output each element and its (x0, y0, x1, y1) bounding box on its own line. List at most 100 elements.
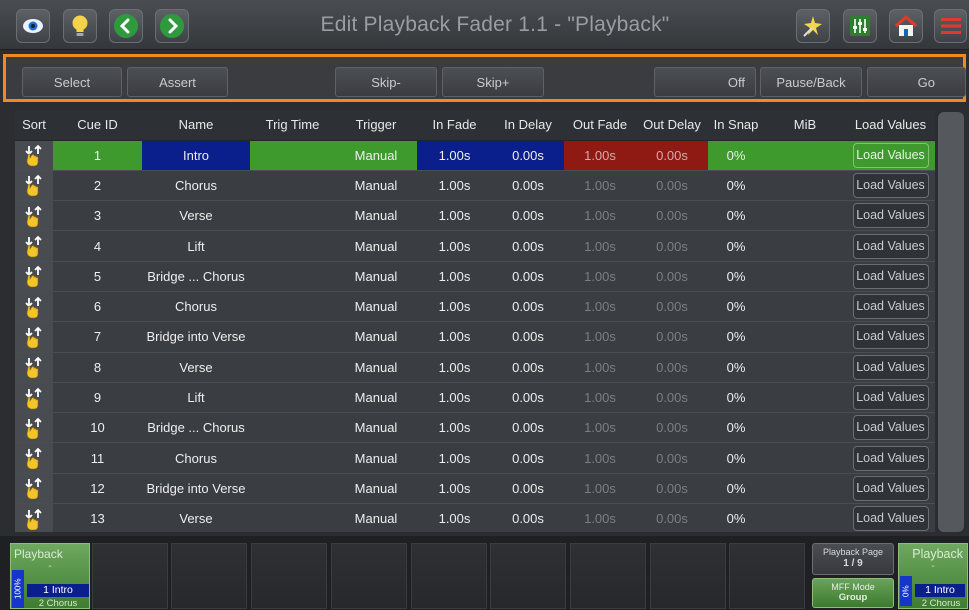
name-cell[interactable]: Chorus (142, 169, 250, 202)
sort-handle-icon[interactable] (15, 381, 53, 414)
trig-time-cell[interactable] (250, 472, 335, 505)
infade-cell[interactable]: 1.00s (417, 472, 492, 505)
trig-time-cell[interactable] (250, 290, 335, 323)
in-snap-cell[interactable]: 0% (708, 412, 764, 444)
playback-tile-left[interactable]: Playback - 100% 1 Intro 2 Chorus (10, 543, 90, 609)
trig-time-cell[interactable] (250, 139, 335, 171)
mib-cell[interactable] (764, 139, 846, 171)
sort-handle-icon[interactable] (15, 412, 53, 444)
skip-minus-button[interactable]: Skip- (335, 67, 437, 97)
indelay-cell[interactable]: 0.00s (492, 230, 564, 262)
off-button[interactable]: Off (654, 67, 756, 97)
name-cell[interactable]: Lift (142, 230, 250, 262)
load-values-button[interactable]: Load Values (852, 294, 929, 320)
outfade-cell[interactable]: 1.00s (564, 381, 636, 414)
playback-slot[interactable] (331, 543, 407, 609)
outdelay-cell[interactable]: 0.00s (636, 412, 708, 444)
forward-arrow-icon[interactable] (155, 9, 189, 43)
go-button[interactable]: Go (867, 67, 966, 97)
indelay-cell[interactable]: 0.00s (492, 503, 564, 532)
load-values-button[interactable]: Load Values (852, 354, 929, 380)
cue-id-cell[interactable]: 13 (53, 503, 142, 532)
cue-id-cell[interactable]: 12 (53, 472, 142, 505)
trigger-cell[interactable]: Manual (335, 472, 417, 505)
load-values-button[interactable]: Load Values (852, 475, 929, 501)
in-snap-cell[interactable]: 0% (708, 503, 764, 532)
playback-slot[interactable] (650, 543, 726, 609)
sort-handle-icon[interactable] (15, 351, 53, 383)
playback-slot[interactable] (570, 543, 646, 609)
sort-handle-icon[interactable] (15, 139, 53, 171)
name-cell[interactable]: Lift (142, 381, 250, 414)
mib-cell[interactable] (764, 169, 846, 202)
col-name-header[interactable]: Name (142, 110, 250, 140)
outdelay-cell[interactable]: 0.00s (636, 230, 708, 262)
table-row[interactable]: 4 Lift Manual 1.00s 0.00s 1.00s 0.00s 0% Load Va… (15, 230, 935, 262)
col-trig-time-header[interactable]: Trig Time (250, 110, 335, 140)
load-values-button[interactable]: Load Values (852, 415, 929, 441)
trig-time-cell[interactable] (250, 503, 335, 532)
cue-id-cell[interactable]: 2 (53, 169, 142, 202)
playback-slot[interactable] (171, 543, 247, 609)
trigger-cell[interactable]: Manual (335, 290, 417, 323)
name-cell[interactable]: Bridge ... Chorus (142, 412, 250, 444)
name-cell[interactable]: Intro (142, 139, 250, 171)
outfade-cell[interactable]: 1.00s (564, 200, 636, 232)
cue-id-cell[interactable]: 10 (53, 412, 142, 444)
trigger-cell[interactable]: Manual (335, 412, 417, 444)
cue-id-cell[interactable]: 7 (53, 321, 142, 353)
infade-cell[interactable]: 1.00s (417, 412, 492, 444)
indelay-cell[interactable]: 0.00s (492, 381, 564, 414)
outdelay-cell[interactable]: 0.00s (636, 351, 708, 383)
load-values-button[interactable]: Load Values (852, 233, 929, 259)
outdelay-cell[interactable]: 0.00s (636, 290, 708, 323)
cue-id-cell[interactable]: 11 (53, 442, 142, 474)
table-row[interactable]: 8 Verse Manual 1.00s 0.00s 1.00s 0.00s 0% Load V… (15, 351, 935, 383)
in-snap-cell[interactable]: 0% (708, 381, 764, 414)
outfade-cell[interactable]: 1.00s (564, 230, 636, 262)
table-scrollbar[interactable] (938, 112, 964, 532)
sort-handle-icon[interactable] (15, 321, 53, 353)
trig-time-cell[interactable] (250, 200, 335, 232)
infade-cell[interactable]: 1.00s (417, 139, 492, 171)
playback-slot[interactable] (92, 543, 168, 609)
cue-id-cell[interactable]: 5 (53, 260, 142, 292)
table-row[interactable]: 6 Chorus Manual 1.00s 0.00s 1.00s 0.00s 0% Load … (15, 290, 935, 323)
mib-cell[interactable] (764, 351, 846, 383)
indelay-cell[interactable]: 0.00s (492, 412, 564, 444)
outfade-cell[interactable]: 1.00s (564, 139, 636, 171)
outfade-cell[interactable]: 1.00s (564, 442, 636, 474)
infade-cell[interactable]: 1.00s (417, 200, 492, 232)
trigger-cell[interactable]: Manual (335, 503, 417, 532)
in-snap-cell[interactable]: 0% (708, 200, 764, 232)
trig-time-cell[interactable] (250, 260, 335, 292)
outfade-cell[interactable]: 1.00s (564, 260, 636, 292)
infade-cell[interactable]: 1.00s (417, 503, 492, 532)
col-in-fade-header[interactable]: In Fade (417, 110, 492, 140)
col-out-fade-header[interactable]: Out Fade (564, 110, 636, 140)
playback-slot[interactable] (251, 543, 327, 609)
indelay-cell[interactable]: 0.00s (492, 200, 564, 232)
name-cell[interactable]: Verse (142, 503, 250, 532)
playback-tile-right[interactable]: Playback - 0% 1 Intro 2 Chorus (898, 543, 968, 609)
playback-slot[interactable] (411, 543, 487, 609)
in-snap-cell[interactable]: 0% (708, 139, 764, 171)
sort-handle-icon[interactable] (15, 169, 53, 202)
trigger-cell[interactable]: Manual (335, 260, 417, 292)
table-row[interactable]: 10 Bridge ... Chorus Manual 1.00s 0.00s 1.00s… (15, 412, 935, 444)
name-cell[interactable]: Chorus (142, 442, 250, 474)
in-snap-cell[interactable]: 0% (708, 290, 764, 323)
trigger-cell[interactable]: Manual (335, 139, 417, 171)
lightbulb-icon[interactable] (63, 9, 97, 43)
outdelay-cell[interactable]: 0.00s (636, 472, 708, 505)
load-values-button[interactable]: Load Values (852, 324, 929, 350)
cue-id-cell[interactable]: 8 (53, 351, 142, 383)
mib-cell[interactable] (764, 381, 846, 414)
indelay-cell[interactable]: 0.00s (492, 472, 564, 505)
infade-cell[interactable]: 1.00s (417, 351, 492, 383)
table-row[interactable]: 12 Bridge into Verse Manual 1.00s 0.00s 1.00s… (15, 472, 935, 505)
pause-back-button[interactable]: Pause/Back (760, 67, 862, 97)
load-values-button[interactable]: Load Values (852, 203, 929, 229)
mff-mode-button[interactable]: MFF Mode Group (812, 578, 894, 608)
sort-handle-icon[interactable] (15, 230, 53, 262)
